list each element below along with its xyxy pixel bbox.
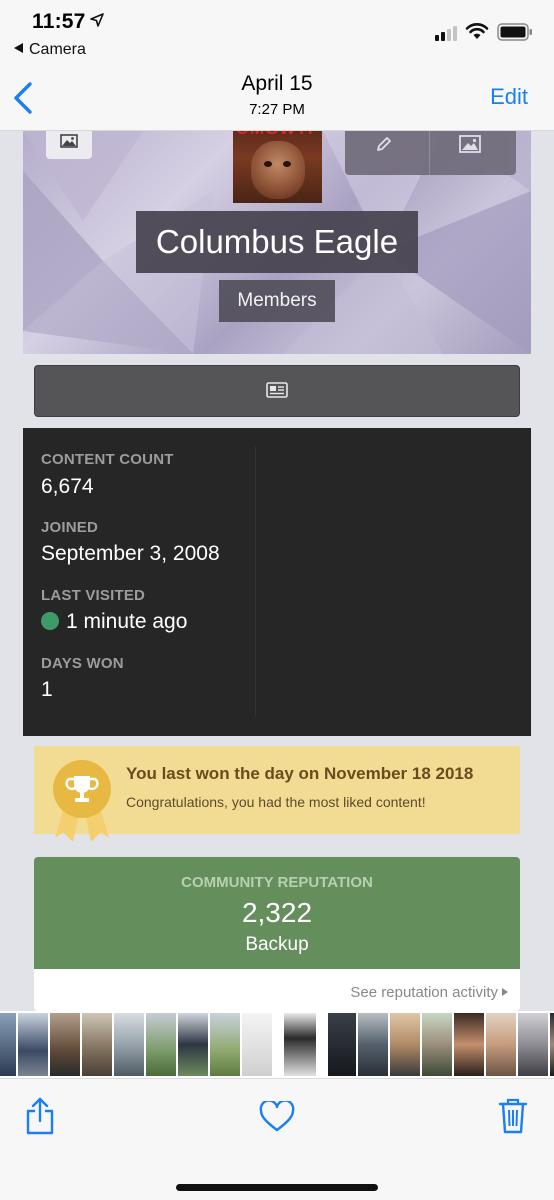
photo-thumbnail[interactable] [114,1013,144,1076]
photo-thumbnail[interactable] [328,1013,356,1076]
stat-value-joined: September 3, 2008 [41,542,220,565]
trophy-icon [65,776,99,802]
reputation-link-label: See reputation activity [350,984,498,1001]
stat-label-content-count: CONTENT COUNT [41,451,174,468]
reputation-value: 2,322 [241,897,313,928]
status-time: 11:57 [32,10,86,33]
photo-thumbnail[interactable] [284,1013,316,1076]
photo-thumbnail[interactable] [178,1013,208,1076]
photo-thumbnail[interactable] [358,1013,388,1076]
photo-date: April 15 [241,72,313,95]
tool-divider [429,131,430,175]
photo-thumbnail-strip[interactable] [0,1013,554,1076]
avatar-eye [283,161,291,167]
stat-label-days-won: DAYS WON [41,655,124,672]
profile-stats: CONTENT COUNT 6,674 JOINED September 3, … [23,428,531,736]
back-to-camera-link[interactable]: Camera [14,41,86,59]
navigation-bar: April 15 7:27 PM Edit [0,70,554,131]
trash-icon[interactable] [498,1097,528,1135]
newspaper-icon [266,382,288,398]
photo-thumbnail[interactable] [422,1013,452,1076]
photo-thumbnail[interactable] [82,1013,112,1076]
reputation-label: COMMUNITY REPUTATION [181,874,373,891]
image-icon[interactable] [459,135,481,153]
wifi-icon [465,23,489,39]
medal-icon [53,760,111,818]
stat-label-last-visited: LAST VISITED [41,587,146,604]
back-triangle-icon [14,43,23,53]
member-group-badge: Members [219,280,335,322]
avatar-eye [264,161,272,167]
share-icon[interactable] [24,1097,56,1135]
photo-thumbnail[interactable] [0,1013,16,1076]
photo-thumbnail[interactable] [50,1013,80,1076]
stat-value-days-won: 1 [41,678,53,701]
photo-thumbnail[interactable] [18,1013,48,1076]
photo-viewer[interactable]: OMGWTF Columbus Eagle Members CONTENT CO… [0,131,554,1011]
day-won-title: You last won the day on November 18 2018 [126,764,474,783]
cellular-signal-icon [435,26,457,41]
avatar[interactable]: OMGWTF [233,131,322,203]
reputation-level: Backup [245,934,309,955]
stat-value-last-visited: 1 minute ago [41,610,187,634]
battery-icon [497,23,532,41]
status-bar: 11:57 Camera [0,0,554,70]
profile-cover: OMGWTF Columbus Eagle Members [23,131,531,354]
photo-thumbnail[interactable] [454,1013,484,1076]
see-reputation-activity-link[interactable]: See reputation activity [350,984,508,1001]
photo-thumbnail[interactable] [518,1013,548,1076]
back-app-label: Camera [29,41,86,58]
photo-thumbnail[interactable] [242,1013,272,1076]
day-won-subtitle: Congratulations, you had the most liked … [126,794,426,810]
profile-name: Columbus Eagle [136,211,418,273]
avatar-face [251,141,305,199]
day-won-banner: You last won the day on November 18 2018… [34,746,520,842]
photo-thumbnail[interactable] [146,1013,176,1076]
photo-time: 7:27 PM [249,101,305,118]
heart-icon[interactable] [259,1101,295,1133]
activity-feed-button[interactable] [34,365,520,417]
location-arrow-icon [90,13,104,27]
bottom-toolbar [0,1078,554,1200]
home-indicator[interactable] [176,1184,378,1191]
stat-label-joined: JOINED [41,519,99,536]
cover-tools [345,131,516,175]
image-icon [60,134,78,148]
reputation-box: COMMUNITY REPUTATION 2,322 Backup [34,857,520,969]
reputation-card: COMMUNITY REPUTATION 2,322 Backup See re… [34,857,520,1011]
pencil-icon[interactable] [375,135,393,153]
cover-photo-button[interactable] [46,131,92,159]
online-status-dot [41,612,59,630]
edit-button[interactable]: Edit [490,84,528,110]
photo-thumbnail[interactable] [486,1013,516,1076]
last-visited-text: 1 minute ago [66,610,188,633]
photo-thumbnail[interactable] [210,1013,240,1076]
stats-divider [255,446,256,716]
avatar-text: OMGWTF [233,131,322,139]
caret-right-icon [502,988,508,996]
photo-thumbnail[interactable] [390,1013,420,1076]
photo-thumbnail[interactable] [550,1013,554,1076]
stat-value-content-count: 6,674 [41,475,94,498]
